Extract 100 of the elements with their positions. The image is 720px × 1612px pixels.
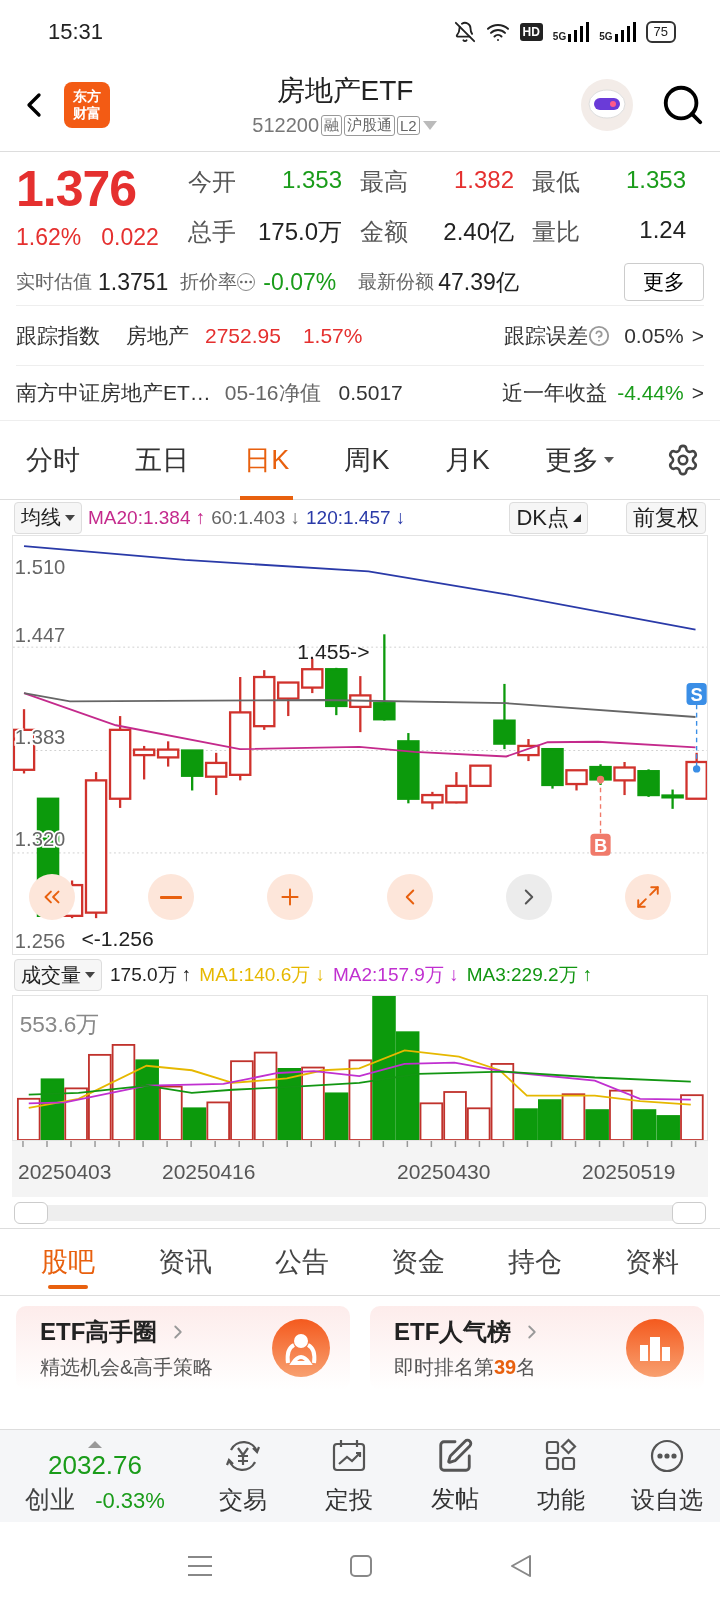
index-value: 2752.95 [205,323,281,348]
axis-label: 1.510 [14,555,66,578]
app-logo: 东方 财富 [64,81,110,128]
home-icon[interactable] [349,1553,373,1578]
nav-item[interactable]: 交易 [190,1436,296,1516]
stock-tag: 沪股通 [344,115,396,136]
signal-dot [596,775,605,784]
stat-label: 量比 [532,216,580,247]
volume-legend: MA1:140.6万 ↓ [199,962,325,988]
index-value: 2032.76 [48,1449,142,1481]
ma-legend: MA20:1.384 ↑ [88,506,206,529]
index-change: -0.33% [95,1487,165,1514]
axis-label: 1.447 [14,623,66,646]
stock-tag: L2 [397,116,420,135]
stat-label: 最低 [532,167,580,197]
stat-label: 最高 [360,167,408,197]
chart-tab[interactable]: 分时 [22,420,84,500]
content-tab[interactable]: 资料 [618,1229,685,1295]
bell-muted-icon [453,21,476,43]
ma-legend: 120:1.457 ↓ [306,506,406,529]
chart-tab[interactable]: 月K [440,420,494,500]
nav-item[interactable]: 设自选 [614,1436,720,1516]
tracking-label: 跟踪指数 [16,322,100,349]
stat-label: 总手 [188,216,236,247]
volume-legend: MA3:229.2万 ↑ [466,962,593,988]
range-scrollbar[interactable] [14,1204,706,1221]
signal-indicator: 5G [552,22,590,42]
status-time: 15:31 [48,19,104,45]
shares-value: 47.39亿 [438,267,519,297]
robot-avatar-icon[interactable] [580,77,634,132]
signal-indicator: 5G [599,22,636,42]
volume-legend: 175.0万 ↑ [110,962,192,988]
stat-value: 2.40亿 [443,216,514,247]
content-tab[interactable]: 资金 [385,1229,452,1295]
settings-button[interactable] [666,443,700,477]
candlestick [301,658,324,694]
estimate-value: 1.3751 [98,268,169,296]
tracking-error-label: 跟踪误差 [504,322,589,349]
ma-legend: 60:1.403 ↓ [211,506,300,529]
chart-tab[interactable]: 五日 [131,420,194,500]
content-tab[interactable]: 公告 [268,1229,335,1295]
dk-button[interactable]: DK点 [509,501,588,534]
zoom-in-button[interactable] [267,874,314,920]
settings-icon [666,443,700,477]
adjust-button[interactable]: 前复权 [626,501,706,534]
nav-item[interactable]: 发帖 [402,1437,508,1515]
zoom-out-button[interactable] [148,874,195,920]
index-change: 1.57% [302,323,363,348]
content-tab[interactable]: 资讯 [152,1229,218,1295]
stat-label: 今开 [188,167,236,197]
discount-value: -0.07% [263,268,337,296]
stat-value: 1.24 [639,215,686,245]
caret-icon [421,119,438,132]
volume-legend: MA2:157.9万 ↓ [333,962,459,988]
stock-code: 512200 [252,114,320,137]
candlestick [325,667,348,716]
change-percent: 1.62% [16,224,82,251]
axis-label: 553.6万 [19,1012,100,1038]
caret-icon [602,455,615,465]
ma-dropdown[interactable]: 均线 [14,501,82,534]
signal-badge: B [590,833,611,856]
change-amount: 0.022 [101,224,159,251]
row-arrow[interactable]: > [691,381,704,405]
estimate-label: 实时估值 [16,270,92,294]
menu-icon[interactable] [187,1554,213,1577]
signal-dot [692,765,701,773]
stat-label: 金额 [360,216,408,247]
chart-tab[interactable]: 周K [340,420,394,500]
date-label: 20250416 [162,1160,256,1183]
caret-icon [65,513,75,522]
shares-label: 最新份额 [358,270,435,294]
nav-item[interactable]: 功能 [508,1436,614,1516]
discount-label: 折价率 [180,270,238,294]
people-icon [272,1319,330,1377]
volume-dropdown[interactable]: 成交量 [14,959,102,991]
row-arrow[interactable]: > [691,323,704,348]
edit-icon [436,1437,474,1475]
candlestick [637,769,660,797]
page-title: 房地产ETF [276,74,414,108]
stat-value: 175.0万 [257,216,342,247]
card-subtitle: 精选机会&高手策略 [40,1354,215,1380]
tracking-index: 房地产 [126,322,189,349]
back-icon[interactable] [509,1553,533,1578]
high-price-label: 1.455-> [297,639,370,663]
tracking-error-value: 0.05% [624,323,684,348]
chart-tab[interactable]: 更多 [540,420,619,500]
fullscreen-button[interactable] [624,874,671,920]
nav-value: 0.5017 [338,381,403,405]
return-value: -4.44% [617,381,684,405]
date-label: 20250403 [18,1160,112,1183]
more-button[interactable]: 更多 [624,263,704,301]
stat-value: 1.382 [453,166,514,195]
caret-icon [88,1440,102,1448]
content-tab[interactable]: 持仓 [501,1229,568,1295]
index-name: 创业 [25,1483,76,1515]
stock-tag: 融 [321,115,343,136]
date-label: 20250519 [582,1160,676,1183]
minus-icon [160,895,183,899]
nav-item[interactable]: 定投 [296,1436,402,1516]
rewind-button[interactable] [29,874,75,920]
